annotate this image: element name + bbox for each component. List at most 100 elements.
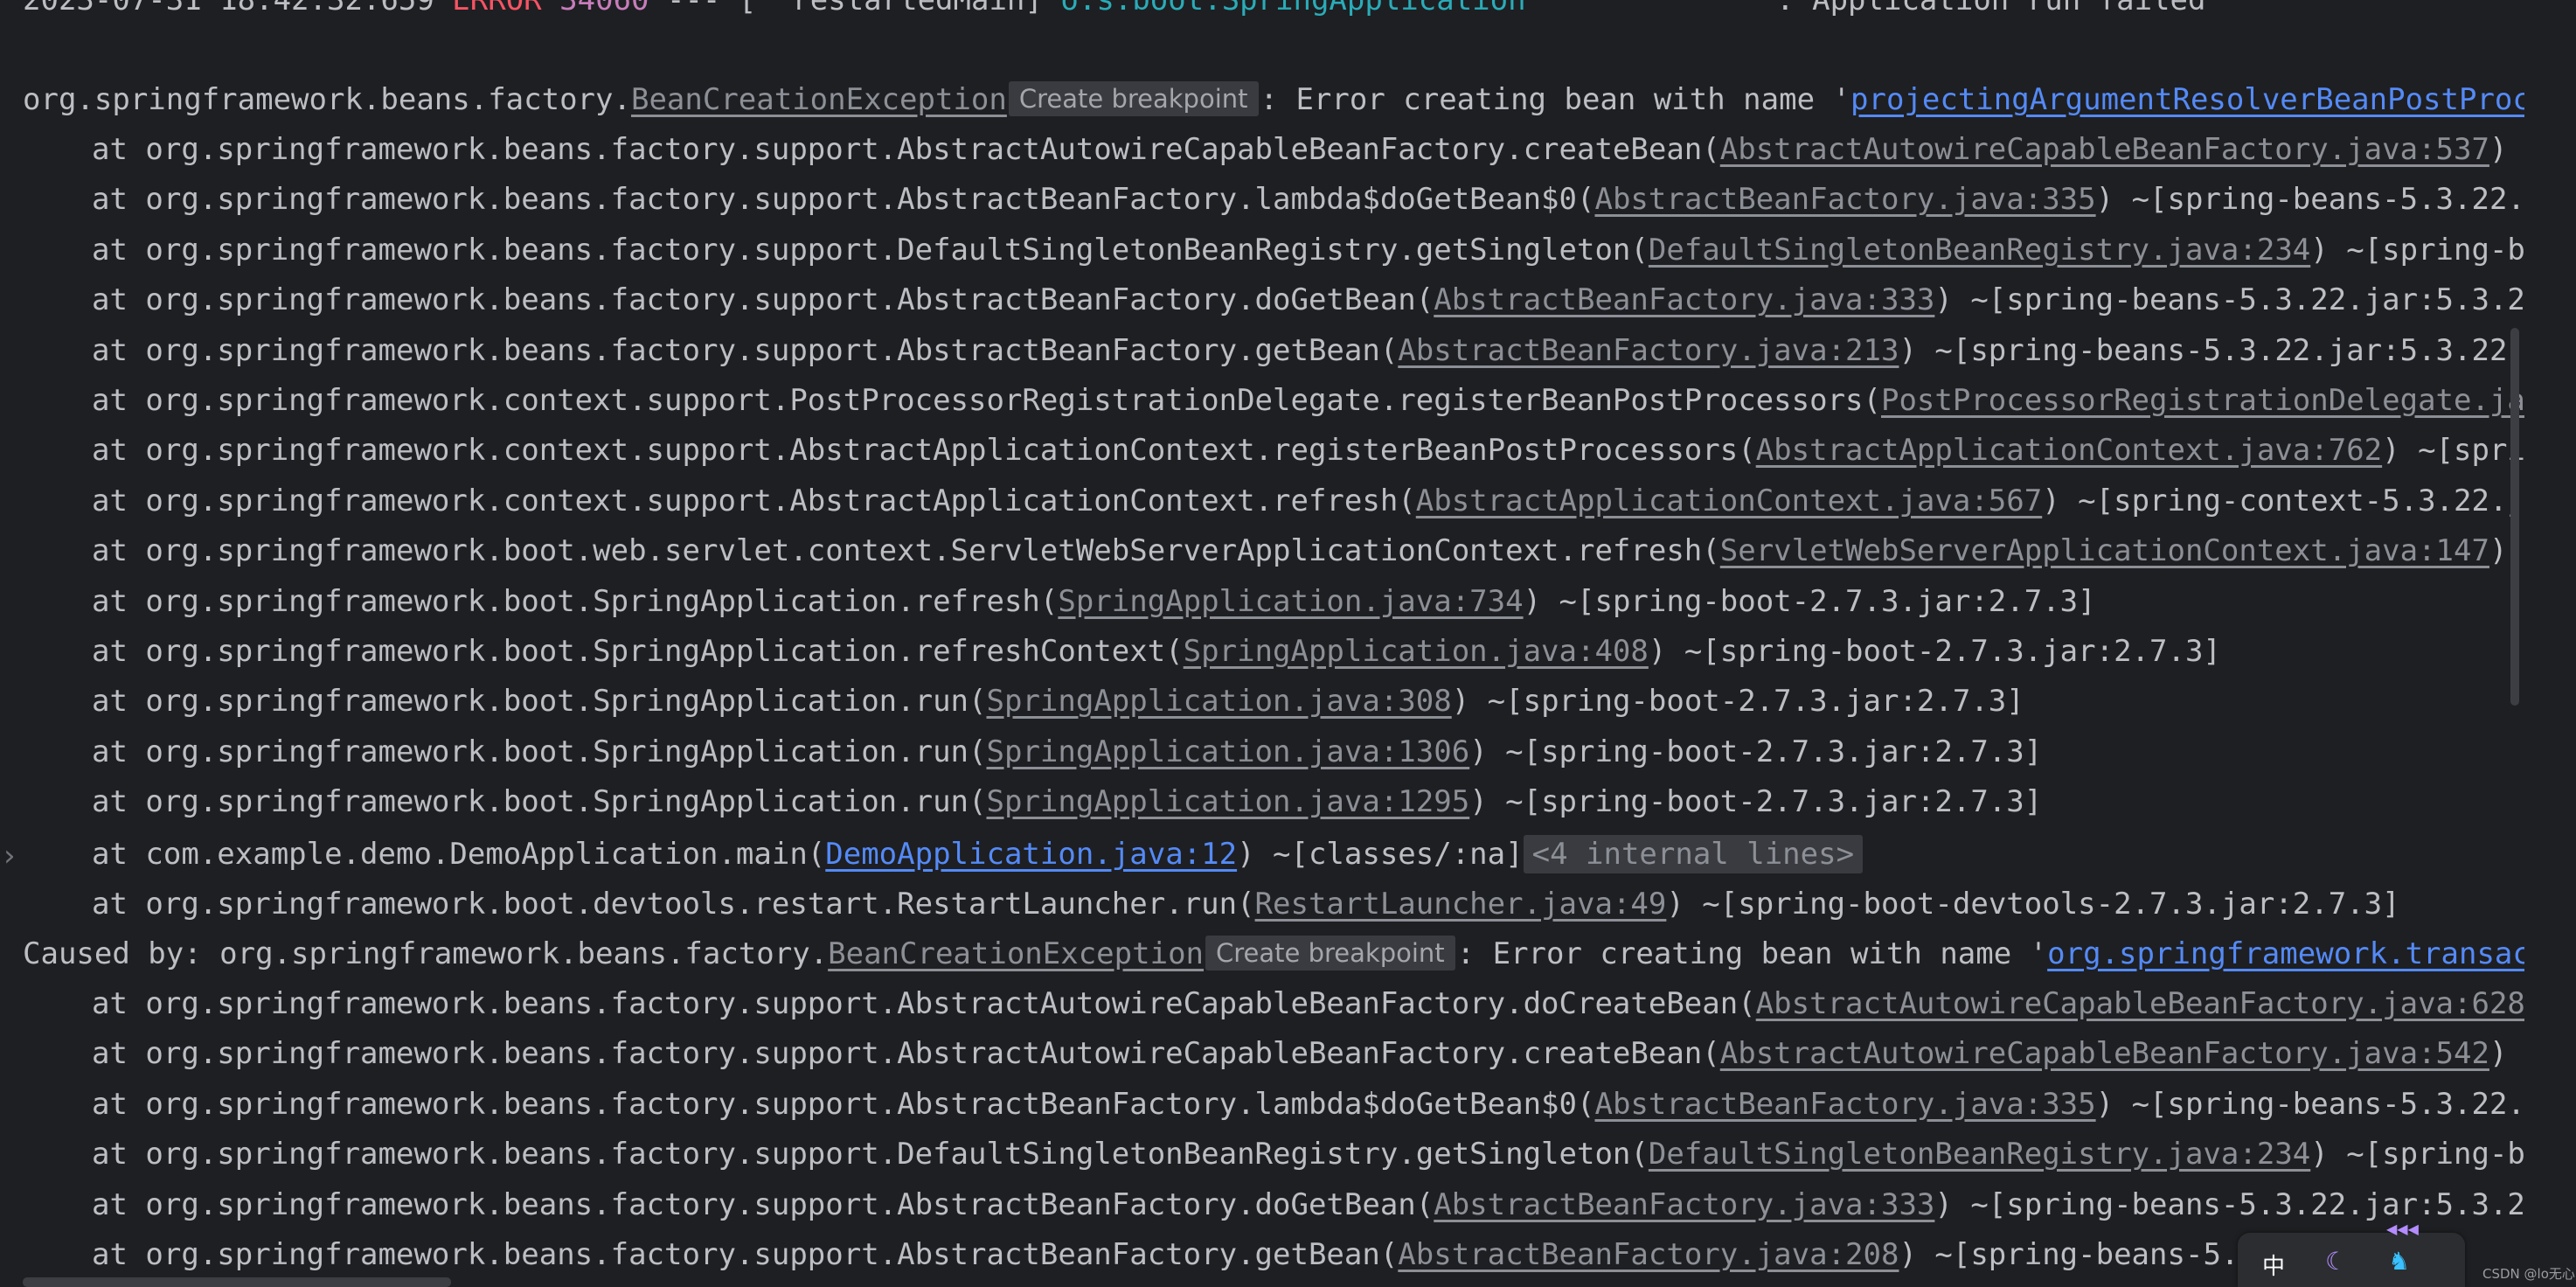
stack-frame: at org.springframework.context.support.P… xyxy=(92,379,2524,422)
frame-text: at org.springframework.beans.factory.sup… xyxy=(92,1036,1720,1072)
stack-frame: at org.springframework.beans.factory.sup… xyxy=(92,1183,2524,1227)
frame-suffix: ) ~[spring-beans-5.3.2 xyxy=(1899,1237,2293,1272)
frame-source-link[interactable]: PostProcessorRegistrationDelegate.java: xyxy=(1881,383,2524,418)
frame-source-link[interactable]: AbstractApplicationContext.java:762 xyxy=(1756,433,2382,468)
internal-lines-fold[interactable]: <4 internal lines> xyxy=(1523,835,1864,873)
frame-text: at org.springframework.boot.SpringApplic… xyxy=(92,684,987,720)
stack-frame: at org.springframework.boot.web.servlet.… xyxy=(92,529,2524,573)
vertical-scrollbar[interactable] xyxy=(2510,328,2519,706)
frame-suffix: ) ~[s xyxy=(2489,1036,2508,1072)
frame-text: at org.springframework.beans.factory.sup… xyxy=(92,332,1399,368)
frame-text: at org.springframework.boot.SpringApplic… xyxy=(92,784,987,820)
stack-frame: at org.springframework.boot.SpringApplic… xyxy=(92,580,2096,623)
frame-suffix: ) ~[spring-beans-5.3.22.jar:5.3.22] xyxy=(1934,282,2524,318)
shirt-icon[interactable]: ♞ xyxy=(2388,1247,2410,1276)
ime-toolbar[interactable]: ◀◀◀ 中 ☾ ♞ xyxy=(2238,1221,2465,1287)
stack-frame: at org.springframework.boot.SpringApplic… xyxy=(92,730,2042,774)
frame-suffix: ) ~[s xyxy=(2489,132,2508,167)
frame-text: at org.springframework.context.support.P… xyxy=(92,383,1881,418)
stack-frame: at org.springframework.beans.factory.sup… xyxy=(92,228,2524,272)
frame-source-link[interactable]: AbstractAutowireCapableBeanFactory.java:… xyxy=(1720,1036,2489,1071)
frame-text: at org.springframework.boot.SpringApplic… xyxy=(92,734,987,769)
frame-text: at org.springframework.boot.devtools.res… xyxy=(92,887,1255,922)
frame-suffix: ) ~[spring-boot-2.7.3.jar:2.7.3] xyxy=(1469,784,2043,820)
stack-frame: at org.springframework.context.support.A… xyxy=(92,479,2524,523)
horizontal-scrollbar[interactable] xyxy=(23,1277,451,1287)
stack-frame: at org.springframework.beans.factory.sup… xyxy=(92,982,2524,1026)
frame-source-link[interactable]: SpringApplication.java:734 xyxy=(1058,584,1523,619)
frame-suffix: ) ~[spring-beans-5.3.22.jar xyxy=(2095,182,2524,218)
frame-text: at org.springframework.beans.factory.sup… xyxy=(92,132,1720,167)
create-breakpoint-button[interactable]: Create breakpoint xyxy=(1008,81,1259,116)
stack-frame: at org.springframework.boot.SpringApplic… xyxy=(92,679,2024,723)
frame-source-link[interactable]: AbstractAutowireCapableBeanFactory.java:… xyxy=(1720,132,2489,167)
watermark: CSDN @lo无心 xyxy=(2482,1266,2575,1282)
frame-text: at org.springframework.context.support.A… xyxy=(92,433,1756,469)
frame-text: at org.springframework.beans.factory.sup… xyxy=(92,1237,1399,1272)
right-gutter xyxy=(2524,0,2576,1287)
frame-suffix: ) ~[classes/:na] xyxy=(1237,837,1524,872)
frame-source-link[interactable]: DefaultSingletonBeanRegistry.java:234 xyxy=(1649,1137,2310,1172)
log-pid: 34060 xyxy=(559,0,649,17)
frame-text: at org.springframework.context.support.A… xyxy=(92,483,1416,518)
exception-class-link[interactable]: BeanCreationException xyxy=(828,936,1204,971)
frame-text: at com.example.demo.DemoApplication.main… xyxy=(92,837,826,872)
exception-prefix: Caused by: org.springframework.beans.fac… xyxy=(23,936,829,971)
frame-source-link[interactable]: SpringApplication.java:408 xyxy=(1184,634,1649,669)
console-output[interactable]: 2023-07-31 18:42:32.659 ERROR 34060 --- … xyxy=(0,0,2524,1287)
stack-frame: at org.springframework.beans.factory.sup… xyxy=(92,1233,2293,1277)
frame-source-link[interactable]: AbstractBeanFactory.java:335 xyxy=(1594,1087,2095,1122)
frame-source-link[interactable]: AbstractBeanFactory.java:333 xyxy=(1434,1187,1934,1222)
frame-text: at org.springframework.beans.factory.sup… xyxy=(92,1086,1595,1122)
bean-name-link[interactable]: org.springframework.transactio xyxy=(2047,936,2524,971)
stack-frame: at org.springframework.beans.factory.sup… xyxy=(92,278,2524,322)
exception-message: : Error creating bean with name ' xyxy=(1456,936,2048,971)
frame-suffix: ) ~[spring-beans-5.3.22.jar:5.3.22] xyxy=(1934,1186,2524,1222)
log-timestamp: 2023-07-31 18:42:32.659 xyxy=(23,0,434,17)
frame-suffix: ) ~[spring-context-5.3.22.jar: xyxy=(2042,483,2524,518)
frame-source-link[interactable]: AbstractBeanFactory.java:208 xyxy=(1398,1237,1899,1272)
frame-suffix: ) ~[spring- xyxy=(2382,433,2524,469)
frame-text: at org.springframework.beans.factory.sup… xyxy=(92,1137,1649,1172)
frame-source-link[interactable]: DemoApplication.java:12 xyxy=(825,837,1237,872)
ime-language-indicator[interactable]: 中 xyxy=(2262,1249,2285,1281)
frame-suffix: ) ~[spring-bean xyxy=(2310,1137,2524,1172)
caused-by-line: Caused by: org.springframework.beans.fac… xyxy=(23,932,2524,976)
log-header-line: 2023-07-31 18:42:32.659 ERROR 34060 --- … xyxy=(23,0,2205,22)
stack-frame: at org.springframework.beans.factory.sup… xyxy=(92,177,2524,221)
create-breakpoint-button[interactable]: Create breakpoint xyxy=(1205,936,1455,970)
frame-source-link[interactable]: AbstractAutowireCapableBeanFactory.java:… xyxy=(1756,986,2524,1021)
frame-source-link[interactable]: AbstractBeanFactory.java:333 xyxy=(1434,282,1934,317)
frame-source-link[interactable]: AbstractApplicationContext.java:567 xyxy=(1416,483,2042,518)
frame-source-link[interactable]: SpringApplication.java:1295 xyxy=(987,784,1470,819)
frame-source-link[interactable]: RestartLauncher.java:49 xyxy=(1255,887,1667,922)
frame-text: at org.springframework.boot.SpringApplic… xyxy=(92,634,1184,669)
arrows-icon: ◀◀◀ xyxy=(2386,1221,2419,1237)
frame-source-link[interactable]: AbstractBeanFactory.java:213 xyxy=(1398,333,1899,368)
frame-suffix: ) ~[spring-boot-2.7.3.jar:2.7.3] xyxy=(1451,684,2024,720)
frame-source-link[interactable]: AbstractBeanFactory.java:335 xyxy=(1594,182,2095,217)
frame-suffix: ) ~[spring-boot-devtools-2.7.3.jar:2.7.3… xyxy=(1666,887,2400,922)
frame-text: at org.springframework.beans.factory.sup… xyxy=(92,282,1434,318)
moon-icon[interactable]: ☾ xyxy=(2325,1247,2347,1276)
expand-chevron-icon[interactable]: › xyxy=(3,838,16,873)
exception-class-link[interactable]: BeanCreationException xyxy=(631,82,1007,117)
frame-suffix: ) ~[spring-bean xyxy=(2310,232,2524,268)
frame-suffix: ) ~[spring-beans-5.3.22.jar:5.3.22] xyxy=(1899,332,2524,368)
exception-prefix: org.springframework.beans.factory. xyxy=(23,82,631,117)
stack-frame: at org.springframework.context.support.A… xyxy=(92,428,2524,472)
frame-text: at org.springframework.boot.SpringApplic… xyxy=(92,583,1059,619)
bean-name-link[interactable]: projectingArgumentResolverBeanPostProces… xyxy=(1850,82,2524,117)
frame-suffix: ) ~[spring-boot-2.7.3.jar:2.7.3] xyxy=(1648,634,2221,669)
frame-source-link[interactable]: SpringApplication.java:1306 xyxy=(987,734,1470,769)
stack-frame: at org.springframework.beans.factory.sup… xyxy=(92,1132,2524,1176)
stack-frame: at org.springframework.beans.factory.sup… xyxy=(92,1082,2524,1126)
log-level: ERROR xyxy=(452,0,542,17)
frame-source-link[interactable]: SpringApplication.java:308 xyxy=(987,684,1452,719)
frame-source-link[interactable]: DefaultSingletonBeanRegistry.java:234 xyxy=(1649,233,2310,268)
exception-line: org.springframework.beans.factory.BeanCr… xyxy=(23,78,2524,122)
frame-text: at org.springframework.boot.web.servlet.… xyxy=(92,533,1720,569)
stack-frame: at org.springframework.boot.SpringApplic… xyxy=(92,630,2221,673)
frame-source-link[interactable]: ServletWebServerApplicationContext.java:… xyxy=(1720,533,2489,568)
log-separator: --- xyxy=(666,0,721,17)
